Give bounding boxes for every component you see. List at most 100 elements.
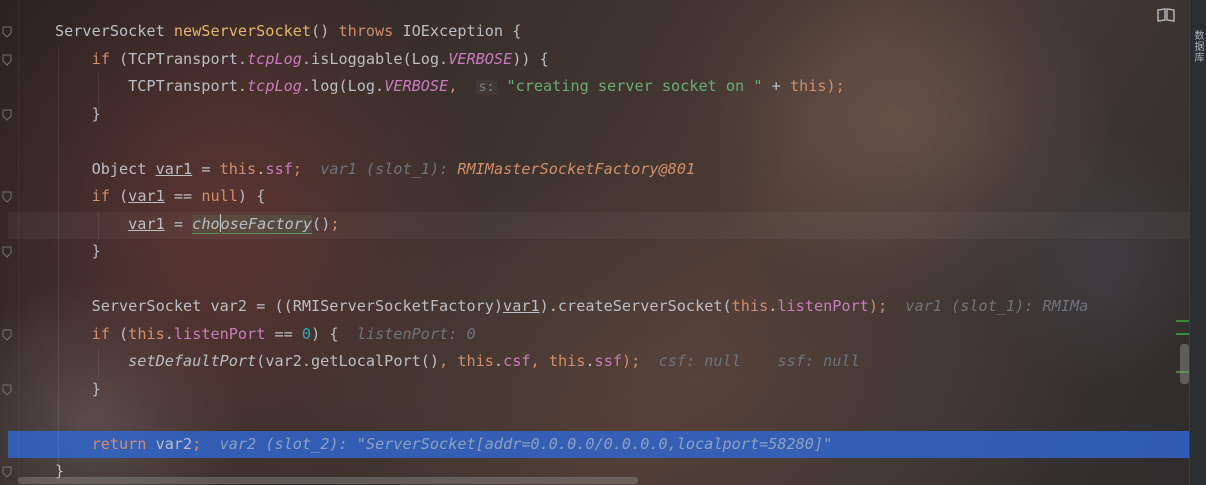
- code-token: listenPort: 0: [356, 324, 476, 343]
- code-token: ).createServerSocket(: [539, 297, 732, 315]
- code-line[interactable]: }: [55, 376, 101, 403]
- code-token: ) {: [237, 187, 266, 205]
- code-token: );: [868, 297, 906, 315]
- editor-gutter[interactable]: [0, 0, 19, 485]
- code-token: this: [548, 352, 586, 370]
- code-token: 0: [301, 324, 312, 343]
- code-token: csf: null ssf: null: [658, 352, 860, 370]
- code-token: "ServerSocket[addr=0.0.0.0/0.0.0.0,local…: [356, 434, 833, 453]
- code-token: }: [55, 242, 101, 260]
- fold-marker-icon[interactable]: [2, 246, 12, 258]
- code-token: setDefaultPort: [128, 352, 257, 370]
- code-line[interactable]: if (var1 == null) {: [55, 183, 266, 210]
- reader-mode-icon[interactable]: [1157, 7, 1175, 23]
- code-token: var1 (slot_1):: [320, 159, 458, 178]
- database-tool-tab[interactable]: 数据库: [1191, 30, 1205, 63]
- right-tool-window-bar[interactable]: 数据库: [1189, 0, 1206, 485]
- code-token: tcpLog: [247, 49, 302, 68]
- code-token: ,: [448, 77, 476, 95]
- code-token: if: [91, 187, 110, 205]
- code-token: );: [826, 77, 845, 95]
- code-token: throws: [338, 22, 394, 40]
- code-token: (): [311, 22, 339, 40]
- horizontal-scrollbar-thumb[interactable]: [18, 477, 638, 484]
- code-token: var1: [128, 187, 165, 205]
- code-token: }: [55, 379, 101, 398]
- code-token: csf: [503, 352, 531, 370]
- code-line[interactable]: var1 = chooseFactory();: [55, 211, 340, 238]
- code-line[interactable]: ServerSocket newServerSocket() throws IO…: [55, 18, 521, 45]
- code-token: .: [256, 159, 266, 178]
- code-token: ssf: [265, 159, 293, 178]
- fold-marker-icon[interactable]: [2, 466, 12, 478]
- code-line[interactable]: if (this.listenPort == 0) { listenPort: …: [55, 321, 476, 348]
- code-token: this: [789, 77, 827, 95]
- code-token: if: [91, 49, 110, 68]
- code-token: ==: [265, 324, 302, 343]
- code-token: oseFactory: [220, 214, 313, 234]
- code-token: .: [164, 324, 174, 343]
- code-token: s:: [475, 80, 498, 95]
- code-token: var1: [128, 214, 165, 233]
- code-line[interactable]: Object var1 = this.ssf; var1 (slot_1): R…: [55, 156, 696, 183]
- vertical-scrollbar-thumb[interactable]: [1180, 344, 1189, 384]
- code-token: tcpLog: [247, 77, 302, 95]
- code-token: )) {: [512, 49, 549, 68]
- code-line[interactable]: setDefaultPort(var2.getLocalPort(), this…: [55, 348, 860, 375]
- code-token: (): [312, 214, 331, 233]
- code-token: VERBOSE: [448, 49, 513, 68]
- code-token: (: [109, 187, 129, 205]
- fold-marker-icon[interactable]: [2, 329, 12, 341]
- code-token: ,: [439, 352, 458, 370]
- fold-marker-icon[interactable]: [2, 384, 12, 396]
- code-token: );: [621, 352, 659, 370]
- code-token: ) {: [311, 324, 357, 343]
- code-token: IOException {: [393, 22, 522, 40]
- code-token: ==: [164, 187, 202, 205]
- code-token: ,: [530, 352, 549, 370]
- code-token: (: [109, 324, 129, 343]
- code-token: var1 (slot_1): RMIMa: [905, 297, 1089, 315]
- code-token: =: [192, 159, 220, 178]
- fold-marker-icon[interactable]: [2, 109, 12, 121]
- code-token: (TCPTransport.: [109, 49, 248, 68]
- code-token: ;: [292, 159, 321, 178]
- code-token: newServerSocket: [173, 22, 312, 40]
- code-editor[interactable]: ServerSocket newServerSocket() throws IO…: [0, 0, 1206, 485]
- code-token: ServerSocket: [55, 22, 174, 40]
- scroll-mark: [1176, 320, 1190, 322]
- fold-marker-icon[interactable]: [2, 54, 12, 66]
- code-token: ServerSocket var2 = ((RMIServerSocketFac…: [55, 297, 504, 315]
- code-line[interactable]: if (TCPTransport.tcpLog.isLoggable(Log.V…: [55, 46, 549, 73]
- code-line[interactable]: return var2; var2 (slot_2): "ServerSocke…: [55, 431, 833, 458]
- code-token: .: [585, 352, 595, 370]
- code-token: ;: [330, 214, 340, 233]
- code-token: listenPort: [777, 297, 869, 315]
- code-line[interactable]: }: [55, 101, 101, 128]
- code-token: .: [493, 352, 504, 370]
- code-token: ssf: [594, 352, 622, 370]
- code-token: this: [457, 352, 494, 370]
- code-token: VERBOSE: [384, 77, 449, 95]
- code-token: Object: [55, 159, 156, 178]
- code-token: var2 (slot_2):: [219, 434, 357, 453]
- code-token: var1: [155, 159, 193, 178]
- code-line[interactable]: }: [55, 238, 101, 265]
- code-token: (var2.getLocalPort(): [256, 352, 440, 370]
- code-token: this: [731, 297, 769, 315]
- code-token: .log(Log.: [301, 77, 385, 95]
- code-token: var1: [503, 297, 540, 315]
- fold-marker-icon[interactable]: [2, 26, 12, 38]
- code-token: this: [219, 159, 257, 178]
- code-token: TCPTransport.: [55, 77, 248, 95]
- code-line[interactable]: ServerSocket var2 = ((RMIServerSocketFac…: [55, 293, 1089, 320]
- code-token: cho: [192, 214, 220, 234]
- fold-marker-icon[interactable]: [2, 191, 12, 203]
- code-line[interactable]: TCPTransport.tcpLog.log(Log.VERBOSE, s: …: [55, 73, 845, 100]
- code-token: RMIMasterSocketFactory@801: [457, 159, 696, 178]
